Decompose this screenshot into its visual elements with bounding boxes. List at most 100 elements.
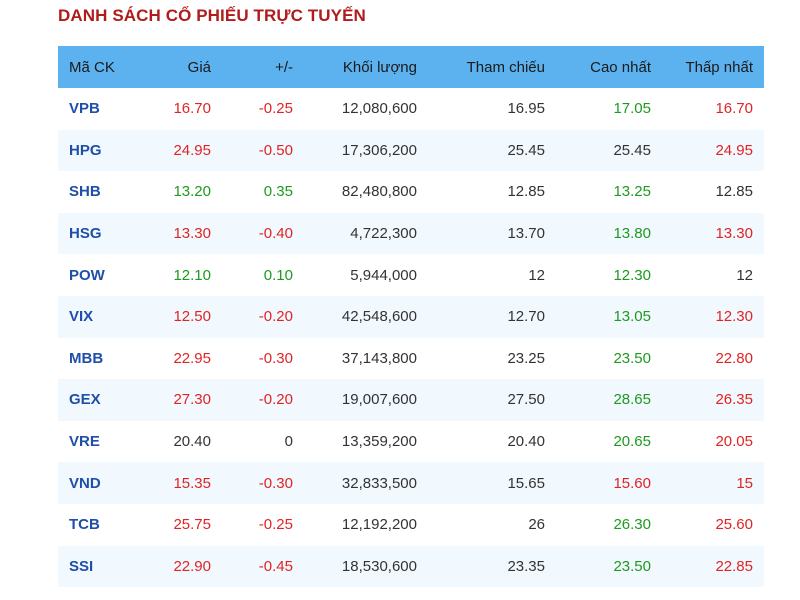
cell-volume: 82,480,800 — [341, 183, 417, 201]
cell-volume: 4,722,300 — [350, 225, 417, 243]
cell-low: 25.60 — [715, 516, 753, 534]
cell-price: 24.95 — [173, 141, 211, 159]
cell-low: 12.30 — [715, 308, 753, 326]
cell-price: 25.75 — [173, 516, 211, 534]
cell-volume: 19,007,600 — [341, 391, 417, 409]
table-row[interactable]: HPG 24.95 -0.50 17,306,200 25.45 25.45 24.95 — [58, 129, 764, 172]
cell-reference: 25.45 — [507, 141, 545, 159]
cell-change: -0.20 — [258, 391, 293, 409]
cell-volume: 13,359,200 — [341, 433, 417, 451]
table-row[interactable]: HSG 13.30 -0.40 4,722,300 13.70 13.80 13.30 — [58, 212, 764, 255]
cell-high: 20.65 — [613, 433, 651, 451]
cell-reference: 27.50 — [507, 391, 545, 409]
table-row[interactable]: SHB 13.20 0.35 82,480,800 12.85 13.25 12.85 — [58, 171, 764, 213]
cell-volume: 12,192,200 — [341, 516, 417, 534]
header-change: +/- — [275, 58, 293, 76]
cell-change: 0.10 — [263, 266, 293, 284]
cell-change: -0.40 — [258, 225, 293, 243]
cell-high: 17.05 — [613, 100, 651, 118]
header-volume: Khối lượng — [342, 58, 417, 76]
cell-high: 23.50 — [613, 557, 651, 575]
cell-price: 22.95 — [173, 349, 211, 367]
cell-volume: 42,548,600 — [341, 308, 417, 326]
cell-reference: 23.25 — [507, 349, 545, 367]
cell-low: 22.85 — [715, 557, 753, 575]
cell-symbol[interactable]: HPG — [58, 130, 138, 172]
cell-low: 16.70 — [715, 100, 753, 118]
cell-reference: 15.65 — [507, 474, 545, 492]
table-row[interactable]: MBB 22.95 -0.30 37,143,800 23.25 23.50 22.80 — [58, 337, 764, 380]
cell-high: 13.25 — [613, 183, 651, 201]
cell-volume: 17,306,200 — [341, 141, 417, 159]
cell-volume: 18,530,600 — [341, 557, 417, 575]
cell-price: 16.70 — [173, 100, 211, 118]
header-price: Giá — [187, 58, 211, 76]
cell-symbol[interactable]: SSI — [58, 546, 138, 588]
header-symbol: Mã CK — [69, 58, 115, 76]
header-high: Cao nhất — [590, 58, 651, 76]
cell-symbol[interactable]: VRE — [58, 421, 138, 463]
cell-price: 15.35 — [173, 474, 211, 492]
table-row[interactable]: VIX 12.50 -0.20 42,548,600 12.70 13.05 12.30 — [58, 295, 764, 338]
header-low: Thấp nhất — [685, 58, 753, 76]
cell-change: -0.50 — [258, 141, 293, 159]
cell-change: 0.35 — [263, 183, 293, 201]
cell-high: 28.65 — [613, 391, 651, 409]
cell-price: 27.30 — [173, 391, 211, 409]
cell-price: 13.20 — [173, 183, 211, 201]
cell-price: 20.40 — [173, 433, 211, 451]
table-row[interactable]: VND 15.35 -0.30 32,833,500 15.65 15.60 15 — [58, 462, 764, 504]
cell-symbol[interactable]: VPB — [58, 88, 138, 130]
cell-symbol[interactable]: HSG — [58, 213, 138, 255]
cell-low: 12 — [736, 266, 753, 284]
cell-symbol[interactable]: GEX — [58, 379, 138, 421]
cell-price: 12.10 — [173, 266, 211, 284]
stock-table: Mã CK Giá +/- Khối lượng Tham chiếu Cao … — [58, 46, 764, 588]
cell-symbol[interactable]: TCB — [58, 504, 138, 546]
cell-symbol[interactable]: VND — [58, 462, 138, 504]
cell-low: 15 — [736, 474, 753, 492]
table-row[interactable]: GEX 27.30 -0.20 19,007,600 27.50 28.65 26.35 — [58, 379, 764, 421]
cell-change: -0.30 — [258, 474, 293, 492]
cell-low: 13.30 — [715, 225, 753, 243]
cell-reference: 23.35 — [507, 557, 545, 575]
cell-change: -0.25 — [258, 516, 293, 534]
table-row[interactable]: SSI 22.90 -0.45 18,530,600 23.35 23.50 22.85 — [58, 545, 764, 588]
page-title: DANH SÁCH CỔ PHIẾU TRỰC TUYẾN — [58, 6, 366, 25]
cell-symbol[interactable]: SHB — [58, 171, 138, 213]
stock-list-page: DANH SÁCH CỔ PHIẾU TRỰC TUYẾN Mã CK Giá … — [0, 0, 800, 600]
table-row[interactable]: VRE 20.40 0 13,359,200 20.40 20.65 20.05 — [58, 420, 764, 463]
cell-high: 13.80 — [613, 225, 651, 243]
cell-change: -0.30 — [258, 349, 293, 367]
cell-high: 25.45 — [613, 141, 651, 159]
cell-reference: 12.85 — [507, 183, 545, 201]
cell-high: 26.30 — [613, 516, 651, 534]
cell-volume: 12,080,600 — [341, 100, 417, 118]
cell-volume: 5,944,000 — [350, 266, 417, 284]
cell-volume: 37,143,800 — [341, 349, 417, 367]
cell-reference: 12 — [528, 266, 545, 284]
cell-low: 24.95 — [715, 141, 753, 159]
table-row[interactable]: POW 12.10 0.10 5,944,000 12 12.30 12 — [58, 254, 764, 296]
table-header-row: Mã CK Giá +/- Khối lượng Tham chiếu Cao … — [58, 46, 764, 88]
cell-low: 12.85 — [715, 183, 753, 201]
cell-symbol[interactable]: VIX — [58, 296, 138, 338]
cell-change: -0.25 — [258, 100, 293, 118]
table-row[interactable]: VPB 16.70 -0.25 12,080,600 16.95 17.05 16.70 — [58, 88, 764, 130]
table-row[interactable]: TCB 25.75 -0.25 12,192,200 26 26.30 25.60 — [58, 503, 764, 546]
cell-symbol[interactable]: POW — [58, 254, 138, 296]
cell-symbol[interactable]: MBB — [58, 338, 138, 380]
table-body: VPB 16.70 -0.25 12,080,600 16.95 17.05 16.70 HP… — [58, 88, 764, 588]
cell-change: -0.45 — [258, 557, 293, 575]
cell-change: 0 — [284, 433, 293, 451]
cell-low: 22.80 — [715, 349, 753, 367]
header-reference: Tham chiếu — [466, 58, 545, 76]
cell-high: 12.30 — [613, 266, 651, 284]
cell-low: 26.35 — [715, 391, 753, 409]
cell-reference: 12.70 — [507, 308, 545, 326]
cell-volume: 32,833,500 — [341, 474, 417, 492]
cell-low: 20.05 — [715, 433, 753, 451]
cell-reference: 16.95 — [507, 100, 545, 118]
cell-high: 23.50 — [613, 349, 651, 367]
cell-price: 13.30 — [173, 225, 211, 243]
